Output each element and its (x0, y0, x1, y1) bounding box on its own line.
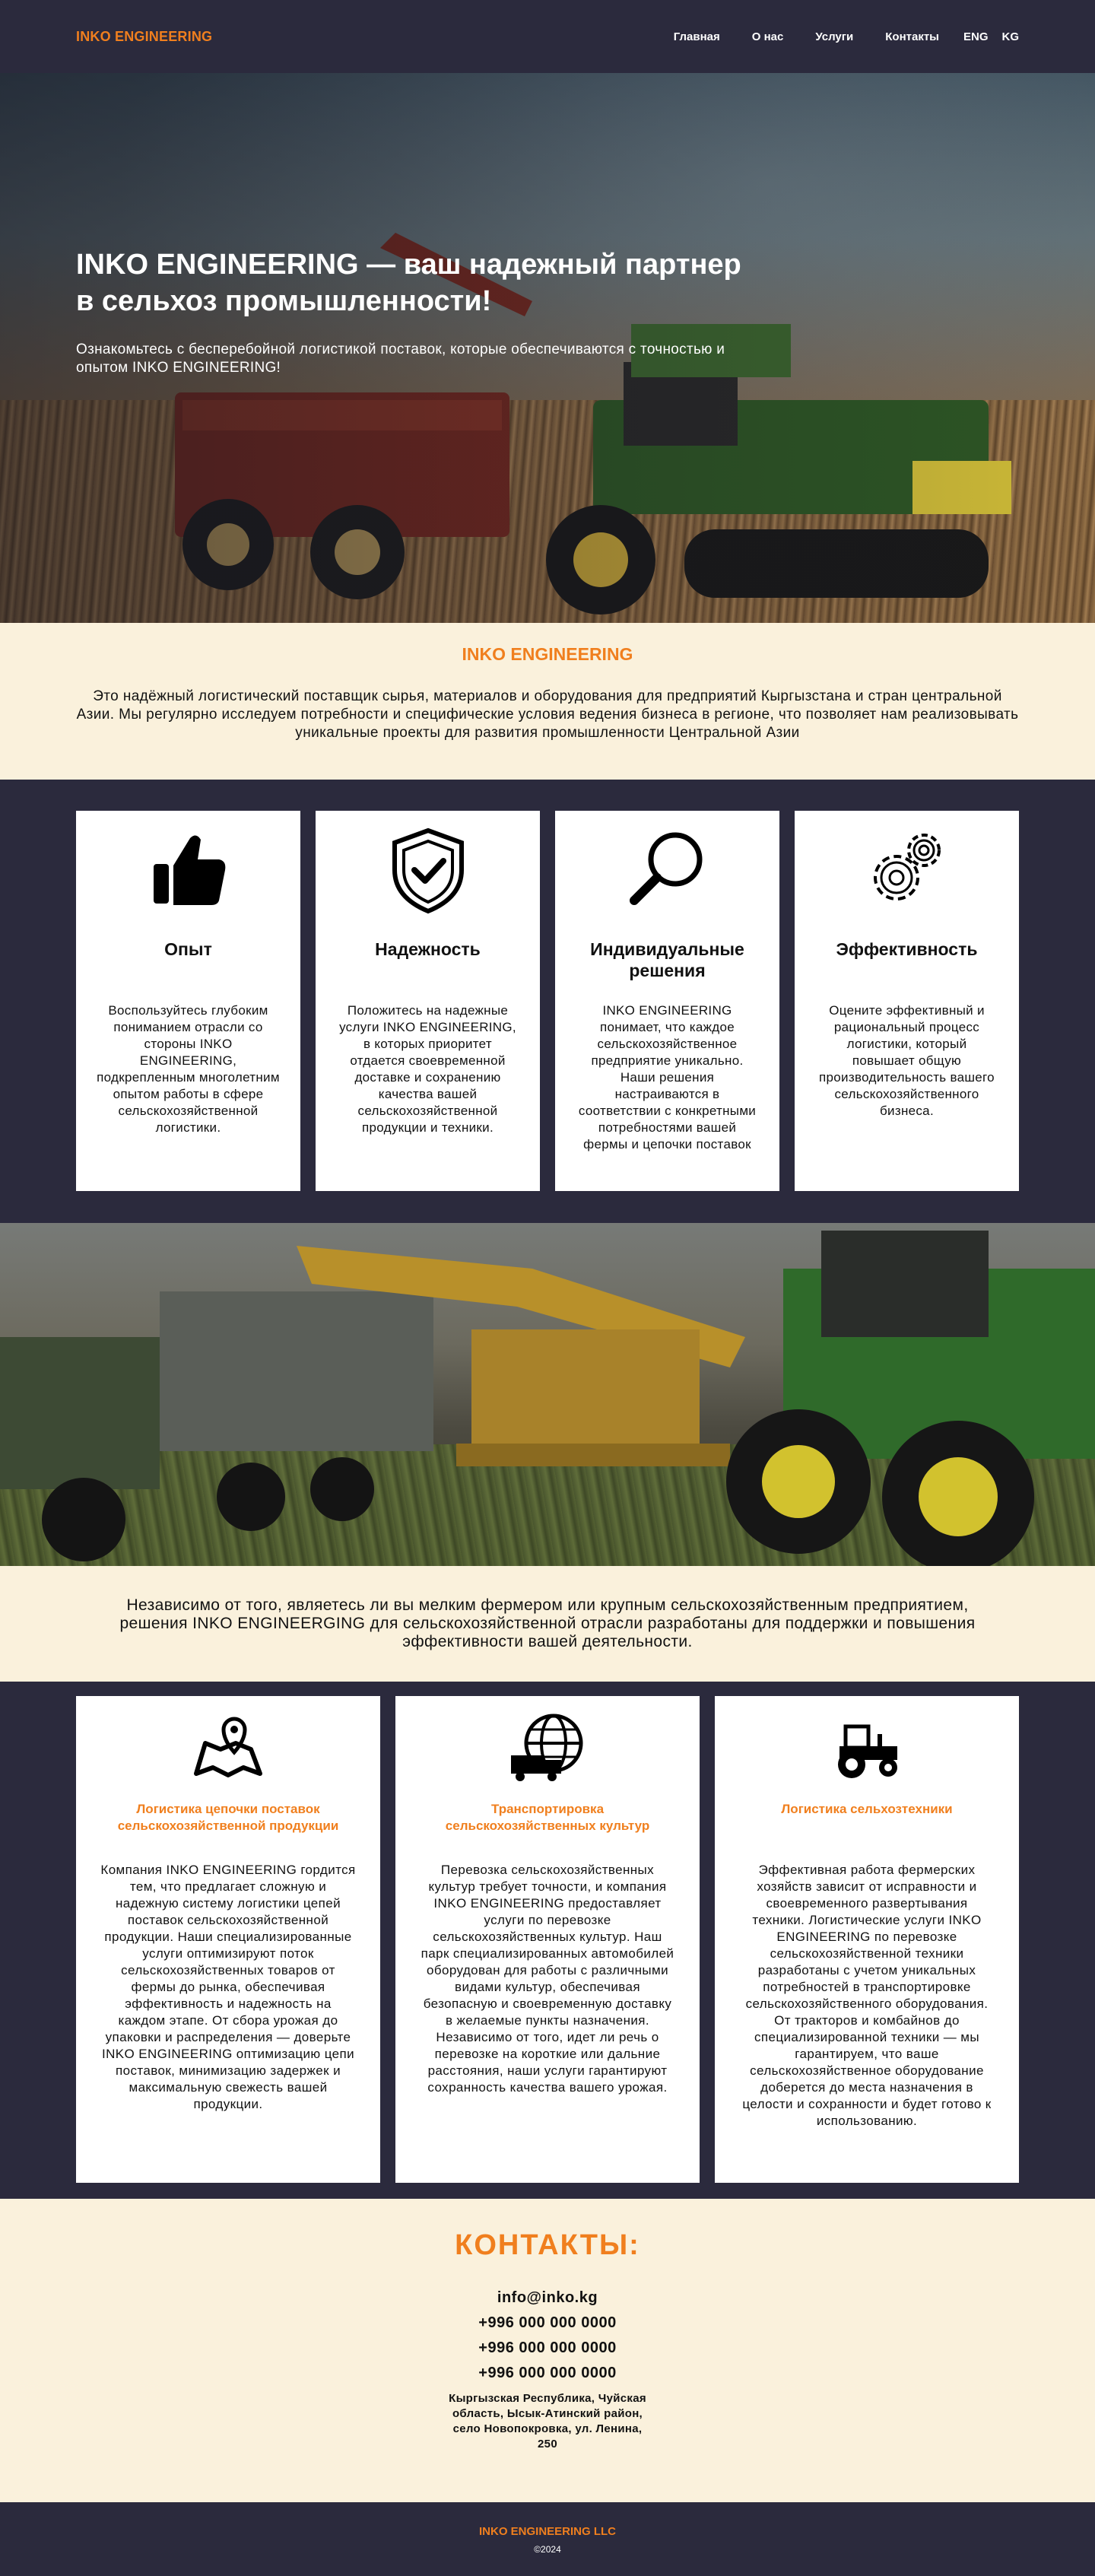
service-title: Логистика цепочки поставок сельскохозяйс… (117, 1802, 339, 1833)
contacts-section: КОНТАКТЫ: info@inko.kg +996 000 000 0000… (0, 2199, 1095, 2502)
feature-title: Надежность (375, 939, 481, 959)
feature-text: Положитесь на надежные услуги INKO ENGIN… (339, 1003, 516, 1135)
feature-text: Воспользуйтесь глубоким пониманием отрас… (97, 1003, 280, 1135)
lang-switch-eng[interactable]: ENG (963, 30, 989, 43)
service-text: Компания INKO ENGINEERING гордится тем, … (100, 1863, 356, 2111)
brand-logo[interactable]: INKO ENGINEERING (76, 29, 212, 45)
solution-section: Независимо от того, являетесь ли вы мелк… (0, 1566, 1095, 1682)
thumbs-up-icon (153, 835, 225, 905)
feature-title: Опыт (164, 939, 212, 959)
nav-link-contacts[interactable]: Контакты (885, 30, 939, 43)
feature-card-experience: Опыт Воспользуйтесь глубоким пониманием … (76, 811, 300, 1191)
hero-subtitle: Ознакомьтесь с бесперебойной логистикой … (76, 341, 725, 376)
map-pin-icon (194, 1717, 262, 1777)
magnifier-icon (629, 832, 702, 905)
lang-switch-kg[interactable]: KG (1002, 30, 1020, 43)
contact-phone[interactable]: +996 000 000 0000 (0, 2365, 1095, 2382)
footer-copyright: ©2024 (534, 2544, 561, 2555)
shield-check-icon (392, 827, 464, 914)
site-header: INKO ENGINEERING Главная О нас Услуги Ко… (0, 0, 1095, 73)
gears-icon (873, 834, 941, 900)
nav-link-home[interactable]: Главная (674, 30, 720, 43)
solution-text: Независимо от того, являетесь ли вы мелк… (119, 1596, 976, 1650)
feature-card-custom-solutions: Индивидуальные решения INKO ENGINEERING … (555, 811, 779, 1191)
farm-machinery-photo (0, 1223, 1095, 1566)
hero-title: INKO ENGINEERING — ваш надежный партнер … (76, 249, 741, 317)
service-card-supply-chain: Логистика цепочки поставок сельскохозяйс… (76, 1696, 380, 2183)
service-title: Логистика сельхозтехники (781, 1802, 953, 1816)
service-text: Эффективная работа фермерских хозяйств з… (742, 1863, 992, 2128)
globe-truck-icon (511, 1714, 583, 1781)
service-text: Перевозка сельскохозяйственных культур т… (421, 1863, 674, 2095)
nav-link-about[interactable]: О нас (752, 30, 784, 43)
site-footer: INKO ENGINEERING LLC ©2024 (0, 2502, 1095, 2576)
feature-text: INKO ENGINEERING понимает, что каждое се… (578, 1003, 757, 1151)
feature-text: Оцените эффективный и рациональный проце… (819, 1003, 995, 1118)
features-section: Опыт Воспользуйтесь глубоким пониманием … (0, 780, 1095, 1223)
contact-phone[interactable]: +996 000 000 0000 (0, 2314, 1095, 2332)
footer-brand: INKO ENGINEERING LLC (478, 2525, 616, 2538)
tractor-icon (838, 1724, 897, 1778)
service-title: Транспортировка сельскохозяйственных кул… (445, 1802, 650, 1833)
contact-address: Кыргызская Республика, Чуйская область, … (449, 2392, 646, 2451)
service-card-machinery-logistics: Логистика сельхозтехники Эффективная раб… (715, 1696, 1019, 2183)
contact-phone[interactable]: +996 000 000 0000 (0, 2339, 1095, 2357)
services-section: Логистика цепочки поставок сельскохозяйс… (0, 1682, 1095, 2199)
intro-text: Это надёжный логистический поставщик сыр… (76, 688, 1019, 741)
hero-content: INKO ENGINEERING — ваш надежный партнер … (76, 246, 760, 377)
intro-title: INKO ENGINEERING (462, 644, 633, 664)
feature-card-efficiency: Эффективность Оцените эффективный и раци… (795, 811, 1019, 1191)
machinery-illustration (0, 1231, 1095, 1566)
nav-link-services[interactable]: Услуги (815, 30, 853, 43)
feature-title: Эффективность (836, 939, 978, 959)
contacts-title: КОНТАКТЫ: (455, 2229, 640, 2261)
hero-section: INKO ENGINEERING — ваш надежный партнер … (0, 73, 1095, 623)
feature-card-reliability: Надежность Положитесь на надежные услуги… (316, 811, 540, 1191)
feature-title: Индивидуальные решения (590, 939, 744, 980)
intro-section: INKO ENGINEERING Это надёжный логистичес… (0, 623, 1095, 780)
page: INKO ENGINEERING Главная О нас Услуги Ко… (0, 0, 1095, 2576)
contact-email[interactable]: info@inko.kg (0, 2289, 1095, 2307)
service-card-crop-transport: Транспортировка сельскохозяйственных кул… (395, 1696, 700, 2183)
main-nav: Главная О нас Услуги Контакты ENG KG (642, 30, 1019, 43)
